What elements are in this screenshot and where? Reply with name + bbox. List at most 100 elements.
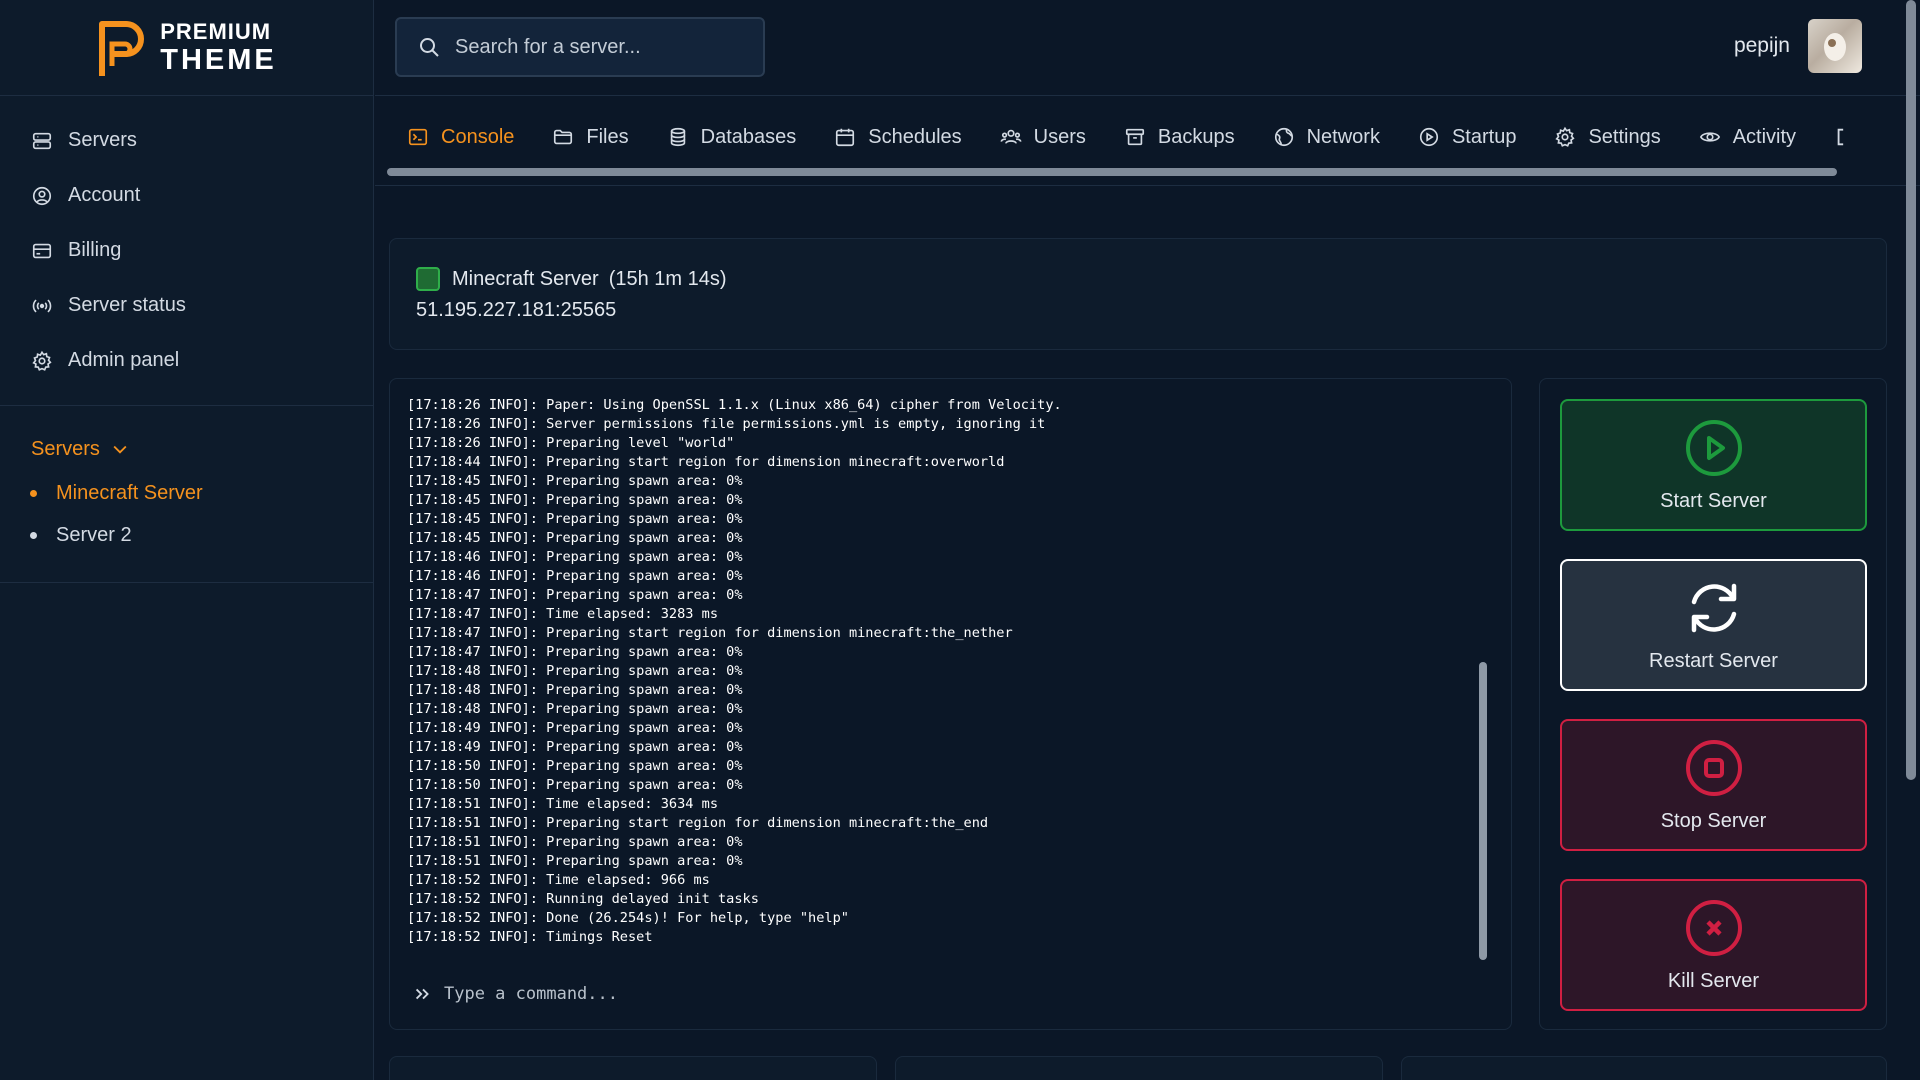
tab-label: Settings bbox=[1588, 125, 1661, 148]
tab-row: Console Files Databases Schedules Users … bbox=[407, 120, 1894, 154]
sidebar-item-label: Server status bbox=[68, 294, 186, 316]
kill-server-button[interactable]: Kill Server bbox=[1560, 879, 1867, 1011]
console-line: [17:18:51 INFO]: Preparing start region … bbox=[407, 815, 989, 831]
sidebar-item-admin-panel[interactable]: Admin panel bbox=[0, 333, 373, 388]
globe-icon bbox=[1274, 127, 1293, 147]
servers-dropdown-toggle[interactable]: Servers bbox=[0, 434, 373, 464]
tab-overflow[interactable] bbox=[1834, 120, 1856, 154]
server-tabs: Console Files Databases Schedules Users … bbox=[375, 96, 1920, 186]
server-name: Minecraft Server bbox=[452, 267, 599, 290]
sidebar-item-billing[interactable]: Billing bbox=[0, 223, 373, 278]
console-line: [17:18:26 INFO]: Paper: Using OpenSSL 1.… bbox=[407, 397, 1062, 413]
tab-activity[interactable]: Activity bbox=[1699, 120, 1796, 154]
bullet-icon bbox=[30, 531, 37, 539]
sidebar-item-label: Account bbox=[68, 184, 141, 206]
start-server-label: Start Server bbox=[1660, 489, 1767, 512]
tab-label: Startup bbox=[1451, 125, 1517, 148]
play-circle-icon bbox=[1419, 127, 1439, 147]
tab-schedules[interactable]: Schedules bbox=[834, 120, 962, 154]
avatar[interactable] bbox=[1808, 19, 1862, 73]
tab-backups[interactable]: Backups bbox=[1124, 120, 1235, 154]
console-line: [17:18:47 INFO]: Preparing spawn area: 0… bbox=[407, 587, 743, 603]
logo-line-2: THEME bbox=[160, 43, 277, 76]
x-circle-icon bbox=[1685, 899, 1742, 956]
sidebar-item-label: Admin panel bbox=[68, 349, 180, 371]
server-item-label: Server 2 bbox=[56, 523, 132, 546]
tab-label: Schedules bbox=[868, 125, 962, 148]
console-line: [17:18:52 INFO]: Done (26.254s)! For hel… bbox=[407, 910, 849, 926]
server-item-label: Minecraft Server bbox=[56, 481, 203, 504]
sidebar-item-label: Billing bbox=[68, 239, 122, 261]
console-scrollbar[interactable] bbox=[1479, 662, 1487, 960]
tab-console[interactable]: Console bbox=[407, 120, 514, 154]
tabs-scrollbar[interactable] bbox=[387, 168, 1837, 176]
tab-databases[interactable]: Databases bbox=[667, 120, 797, 154]
start-server-button[interactable]: Start Server bbox=[1560, 399, 1867, 531]
console-line: [17:18:49 INFO]: Preparing spawn area: 0… bbox=[407, 739, 743, 755]
server-icon bbox=[32, 132, 52, 149]
console-line: [17:18:46 INFO]: Preparing spawn area: 0… bbox=[407, 549, 743, 565]
console-line: [17:18:52 INFO]: Running delayed init ta… bbox=[407, 891, 759, 907]
archive-icon bbox=[1125, 128, 1144, 146]
sidebar-item-account[interactable]: Account bbox=[0, 168, 373, 223]
server-list: Minecraft Server Server 2 bbox=[0, 472, 373, 556]
command-input[interactable] bbox=[444, 984, 1244, 1004]
servers-header-label: Servers bbox=[31, 437, 100, 460]
user-menu[interactable]: pepijn bbox=[1734, 19, 1862, 73]
calendar-icon bbox=[836, 128, 855, 147]
console-line: [17:18:44 INFO]: Preparing start region … bbox=[407, 454, 1005, 470]
tab-label: Databases bbox=[700, 125, 797, 148]
tab-label: Users bbox=[1033, 125, 1086, 148]
broadcast-icon bbox=[32, 298, 52, 313]
server-status-line: Minecraft Server (15h 1m 14s) bbox=[416, 267, 727, 291]
restart-server-button[interactable]: Restart Server bbox=[1560, 559, 1867, 691]
console-line: [17:18:51 INFO]: Preparing spawn area: 0… bbox=[407, 834, 743, 850]
sidebar-item-server-status[interactable]: Server status bbox=[0, 278, 373, 333]
console-line: [17:18:48 INFO]: Preparing spawn area: 0… bbox=[407, 663, 743, 679]
server-item-server-2[interactable]: Server 2 bbox=[0, 514, 373, 556]
console-line: [17:18:46 INFO]: Preparing spawn area: 0… bbox=[407, 568, 743, 584]
play-circle-icon bbox=[1685, 419, 1742, 476]
tab-network[interactable]: Network bbox=[1273, 120, 1380, 154]
topbar: pepijn bbox=[375, 0, 1920, 96]
console-line: [17:18:45 INFO]: Preparing spawn area: 0… bbox=[407, 473, 743, 489]
console-output[interactable]: [17:18:26 INFO]: Paper: Using OpenSSL 1.… bbox=[407, 396, 1467, 956]
tab-settings[interactable]: Settings bbox=[1554, 120, 1661, 154]
sidebar-nav: Servers Account Billing Server status Ad… bbox=[0, 96, 373, 406]
console-line: [17:18:50 INFO]: Preparing spawn area: 0… bbox=[407, 758, 743, 774]
server-item-minecraft[interactable]: Minecraft Server bbox=[0, 472, 373, 514]
stop-server-label: Stop Server bbox=[1660, 809, 1767, 832]
console-line: [17:18:47 INFO]: Time elapsed: 3283 ms bbox=[407, 606, 718, 622]
eye-icon bbox=[1699, 132, 1720, 142]
console-line: [17:18:48 INFO]: Preparing spawn area: 0… bbox=[407, 682, 743, 698]
logo[interactable]: PREMIUM THEME bbox=[0, 0, 373, 96]
bracket-icon bbox=[1837, 128, 1844, 146]
users-icon bbox=[1000, 129, 1022, 144]
page-scrollbar[interactable] bbox=[1906, 0, 1916, 780]
tab-users[interactable]: Users bbox=[1000, 120, 1086, 154]
console-line: [17:18:26 INFO]: Server permissions file… bbox=[407, 416, 1046, 432]
tab-startup[interactable]: Startup bbox=[1418, 120, 1516, 154]
folder-icon bbox=[554, 129, 573, 145]
console-line: [17:18:50 INFO]: Preparing spawn area: 0… bbox=[407, 777, 743, 793]
database-icon bbox=[670, 127, 685, 147]
console-line: [17:18:47 INFO]: Preparing start region … bbox=[407, 625, 1013, 641]
console-line: [17:18:45 INFO]: Preparing spawn area: 0… bbox=[407, 511, 743, 527]
stop-circle-icon bbox=[1685, 739, 1742, 796]
sidebar-item-servers[interactable]: Servers bbox=[0, 113, 373, 168]
credit-card-icon bbox=[32, 243, 52, 258]
logo-p-icon bbox=[99, 20, 145, 76]
server-uptime: (15h 1m 14s) bbox=[608, 267, 727, 290]
console-line: [17:18:52 INFO]: Timings Reset bbox=[407, 929, 653, 945]
search-icon bbox=[420, 38, 439, 57]
gear-icon bbox=[1555, 126, 1575, 147]
tab-files[interactable]: Files bbox=[552, 120, 629, 154]
server-status-card: Minecraft Server (15h 1m 14s) 51.195.227… bbox=[389, 238, 1887, 350]
search-box[interactable] bbox=[395, 17, 765, 77]
tab-label: Files bbox=[586, 125, 629, 148]
stop-server-button[interactable]: Stop Server bbox=[1560, 719, 1867, 851]
logo-line-1: PREMIUM bbox=[160, 18, 272, 44]
search-input[interactable] bbox=[455, 35, 745, 59]
console-line: [17:18:48 INFO]: Preparing spawn area: 0… bbox=[407, 701, 743, 717]
sidebar-item-label: Servers bbox=[68, 129, 137, 151]
